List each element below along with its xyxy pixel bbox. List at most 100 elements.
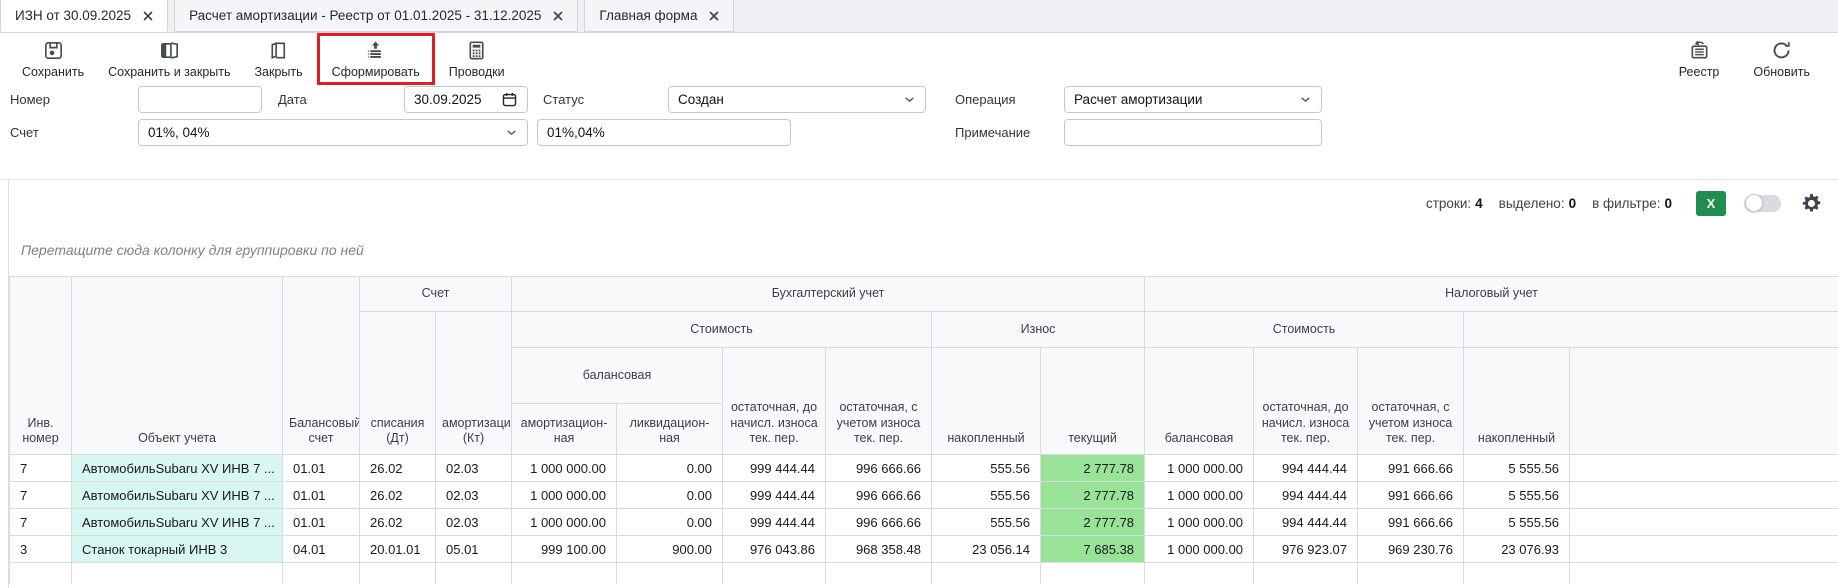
cell-amort[interactable]: 02.03	[436, 482, 512, 509]
cell-liquid-cost[interactable]: 0.00	[617, 482, 723, 509]
column-header-current[interactable]: текущий	[1041, 348, 1145, 455]
cell-tax-accumulated[interactable]: 5 555.56	[1464, 455, 1570, 482]
cell-accumulated[interactable]: 23 056.14	[932, 536, 1041, 563]
refresh-button[interactable]: Обновить	[1741, 33, 1822, 85]
column-header-object[interactable]: Объект учета	[72, 277, 283, 455]
tab-izn-document[interactable]: ИЗН от 30.09.2025	[0, 0, 168, 32]
cell-accumulated[interactable]: 555.56	[932, 455, 1041, 482]
cell-tax-balance[interactable]: 1 000 000.00	[1145, 482, 1254, 509]
cell-amort-cost[interactable]: 1 000 000.00	[512, 482, 617, 509]
cell-balance-account[interactable]: 01.01	[283, 482, 360, 509]
column-header-residual-before[interactable]: остаточная, до начисл. износа тек. пер.	[723, 348, 826, 455]
cell-tax-accumulated[interactable]: 5 555.56	[1464, 482, 1570, 509]
cell-write-off[interactable]: 20.01.01	[360, 536, 436, 563]
cell-balance-account[interactable]: 01.01	[283, 455, 360, 482]
table-row[interactable]: 7АвтомобильSubaru XV ИНВ 7 ...01.0126.02…	[10, 455, 1838, 482]
number-input[interactable]	[148, 92, 252, 107]
cell-tax-residual-after[interactable]: 969 230.76	[1358, 536, 1464, 563]
cell-residual-before[interactable]: 976 043.86	[723, 536, 826, 563]
close-icon[interactable]	[709, 11, 719, 21]
column-header-tax-residual-after[interactable]: остаточная, с учетом износа тек. пер.	[1358, 348, 1464, 455]
cell-residual-before[interactable]: 999 444.44	[723, 482, 826, 509]
cell-tax-accumulated[interactable]: 23 076.93	[1464, 536, 1570, 563]
cell--cut[interactable]	[1570, 455, 1838, 482]
close-icon[interactable]	[553, 11, 563, 21]
cell-residual-after[interactable]: 996 666.66	[826, 482, 932, 509]
tab-main-form[interactable]: Главная форма	[584, 0, 734, 32]
group-header-balance[interactable]: балансовая	[512, 348, 723, 404]
cell-residual-after[interactable]: 996 666.66	[826, 455, 932, 482]
close-icon[interactable]	[143, 11, 153, 21]
cell-tax-residual-after[interactable]: 991 666.66	[1358, 482, 1464, 509]
cell-residual-after[interactable]: 968 358.48	[826, 536, 932, 563]
table-row[interactable]: 7АвтомобильSubaru XV ИНВ 7 ...01.0126.02…	[10, 482, 1838, 509]
cell-object[interactable]: АвтомобильSubaru XV ИНВ 7 ...	[72, 482, 283, 509]
cell-amort-cost[interactable]: 999 100.00	[512, 536, 617, 563]
cell-current[interactable]: 2 777.78	[1041, 482, 1145, 509]
cell-amort-cost[interactable]: 1 000 000.00	[512, 509, 617, 536]
cell-liquid-cost[interactable]: 0.00	[617, 509, 723, 536]
cell-amort[interactable]: 02.03	[436, 509, 512, 536]
tab-amortization-registry[interactable]: Расчет амортизации - Реестр от 01.01.202…	[174, 0, 578, 32]
column-header-amortization[interactable]: амортизаци (Кт)	[436, 312, 512, 455]
cell-balance-account[interactable]: 04.01	[283, 536, 360, 563]
column-header-balance-account[interactable]: Балансовый счет	[283, 277, 360, 455]
column-header-tax-balance[interactable]: балансовая	[1145, 348, 1254, 455]
status-select[interactable]: Создан	[668, 86, 926, 113]
column-header-write-off[interactable]: списания (Дт)	[360, 312, 436, 455]
cell-inv[interactable]: 7	[10, 455, 72, 482]
group-header-cost[interactable]: Стоимость	[512, 312, 932, 348]
column-header-tax-residual-before[interactable]: остаточная, до начисл. износа тек. пер.	[1254, 348, 1358, 455]
cell-tax-balance[interactable]: 1 000 000.00	[1145, 536, 1254, 563]
cell-tax-balance[interactable]: 1 000 000.00	[1145, 455, 1254, 482]
cell-write-off[interactable]: 26.02	[360, 509, 436, 536]
cell-tax-accumulated[interactable]: 5 555.56	[1464, 509, 1570, 536]
cell--cut[interactable]	[1570, 482, 1838, 509]
group-header-accounting[interactable]: Бухгалтерский учет	[512, 277, 1145, 312]
cell-residual-before[interactable]: 999 444.44	[723, 509, 826, 536]
cell--cut[interactable]	[1570, 509, 1838, 536]
table-row[interactable]: 3Станок токарный ИНВ 304.0120.01.0105.01…	[10, 536, 1838, 563]
close-button[interactable]: Закрыть	[243, 33, 315, 85]
cell-object[interactable]: Станок токарный ИНВ 3	[72, 536, 283, 563]
cell-balance-account[interactable]: 01.01	[283, 509, 360, 536]
operation-select[interactable]: Расчет амортизации	[1064, 86, 1322, 113]
cell-liquid-cost[interactable]: 900.00	[617, 536, 723, 563]
postings-button[interactable]: Проводки	[437, 33, 517, 85]
group-header-tax[interactable]: Налоговый учет	[1145, 277, 1838, 312]
cell-tax-residual-before[interactable]: 994 444.44	[1254, 509, 1358, 536]
column-header-accumulated[interactable]: накопленный	[932, 348, 1041, 455]
cell-tax-residual-after[interactable]: 991 666.66	[1358, 455, 1464, 482]
export-excel-button[interactable]: X	[1696, 191, 1726, 216]
save-button[interactable]: Сохранить	[10, 33, 96, 85]
date-field[interactable]: 30.09.2025	[404, 86, 528, 113]
column-header-amort-cost[interactable]: амортизацион-ная	[512, 404, 617, 455]
cell-inv[interactable]: 7	[10, 509, 72, 536]
cell-object[interactable]: АвтомобильSubaru XV ИНВ 7 ...	[72, 455, 283, 482]
cell-amort[interactable]: 02.03	[436, 455, 512, 482]
save-and-close-button[interactable]: Сохранить и закрыть	[96, 33, 242, 85]
cell-tax-balance[interactable]: 1 000 000.00	[1145, 509, 1254, 536]
group-header-account[interactable]: Счет	[360, 277, 512, 312]
registry-button[interactable]: Реестр	[1667, 33, 1732, 85]
cell-amort-cost[interactable]: 1 000 000.00	[512, 455, 617, 482]
cell-tax-residual-after[interactable]: 991 666.66	[1358, 509, 1464, 536]
table-row[interactable]: 7АвтомобильSubaru XV ИНВ 7 ...01.0126.02…	[10, 509, 1838, 536]
calendar-icon[interactable]	[501, 91, 518, 108]
column-header-tax-accumulated[interactable]: накопленный	[1464, 348, 1570, 455]
cell-accumulated[interactable]: 555.56	[932, 482, 1041, 509]
cell-tax-residual-before[interactable]: 994 444.44	[1254, 455, 1358, 482]
cell-amort[interactable]: 05.01	[436, 536, 512, 563]
cell-liquid-cost[interactable]: 0.00	[617, 455, 723, 482]
cell--cut[interactable]	[1570, 536, 1838, 563]
cell-tax-residual-before[interactable]: 976 923.07	[1254, 536, 1358, 563]
account-select[interactable]: 01%, 04%	[138, 119, 528, 146]
cell-residual-after[interactable]: 996 666.66	[826, 509, 932, 536]
column-header-inv-number[interactable]: Инв. номер	[10, 277, 72, 455]
number-field[interactable]	[138, 86, 262, 113]
filter-toggle[interactable]	[1744, 195, 1781, 212]
cell-inv[interactable]: 7	[10, 482, 72, 509]
cell-object[interactable]: АвтомобильSubaru XV ИНВ 7 ...	[72, 509, 283, 536]
column-header-residual-after[interactable]: остаточная, с учетом износа тек. пер.	[826, 348, 932, 455]
generate-button[interactable]: Сформировать	[320, 36, 432, 82]
